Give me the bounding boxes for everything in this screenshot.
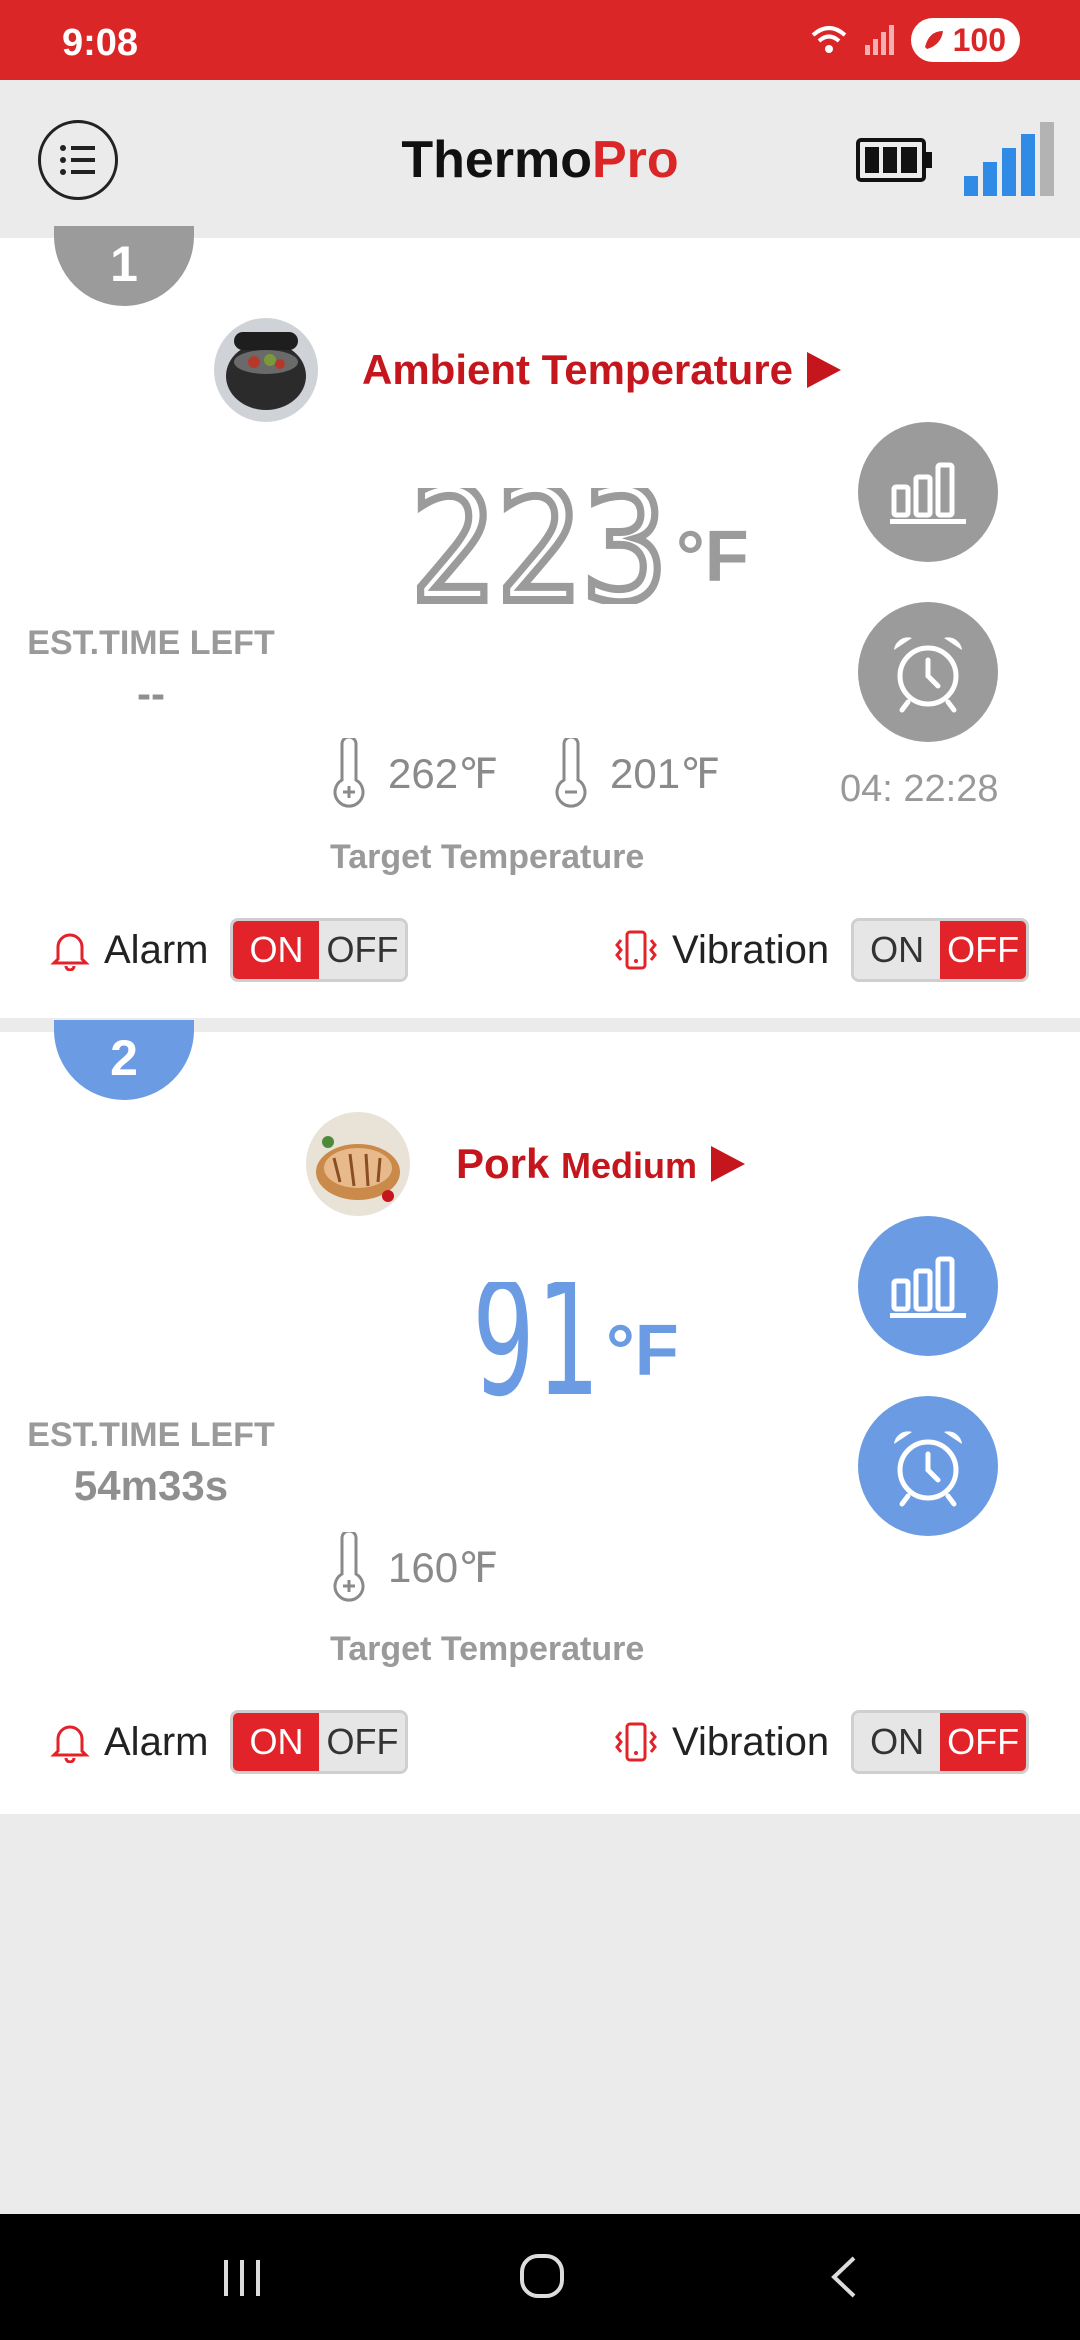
vibration-icon [615, 930, 657, 970]
status-icons: 100 [809, 18, 1020, 62]
vibration-control: Vibration ON OFF [614, 918, 1030, 982]
target-temp-label: Target Temperature [330, 838, 645, 876]
thermometer-plus-icon [333, 1532, 365, 1602]
probe-card-2[interactable]: 2 Pork Medium 91 °F EST.TIME LEFT 54m33s [0, 1020, 1080, 1814]
vibration-label: Vibration [672, 927, 830, 972]
battery-saver-icon [924, 31, 943, 49]
app-title-accent: Pro [592, 131, 679, 189]
vibration-icon [615, 1722, 657, 1762]
alarm-off-option[interactable]: OFF [319, 1713, 406, 1771]
est-time-label: EST.TIME LEFT [27, 624, 275, 662]
vibration-off-option[interactable]: OFF [940, 921, 1027, 979]
food-name-text: Pork Medium [456, 1140, 698, 1187]
status-time: 9:08 [62, 22, 139, 64]
food-name-text: Ambient Temperature [362, 346, 793, 393]
high-target-temp: 160℉ [330, 1532, 498, 1602]
current-temp-digits: 223 [410, 488, 672, 604]
wifi-icon [811, 26, 846, 53]
est-time-value: -- [137, 670, 165, 717]
low-target-temp: 201℉ [552, 738, 720, 808]
device-signal-icon [964, 122, 1054, 196]
est-time-label: EST.TIME LEFT [27, 1416, 275, 1454]
svg-text:91: 91 [472, 1282, 598, 1398]
back-icon[interactable] [824, 2254, 864, 2300]
food-name-link[interactable]: Ambient Temperature [362, 346, 841, 394]
play-arrow-icon [806, 352, 841, 388]
play-arrow-icon [711, 1146, 746, 1182]
alarm-control: Alarm ON OFF [50, 918, 409, 982]
thermometer-minus-icon [555, 738, 587, 808]
pork-food-image [306, 1112, 410, 1216]
bar-chart-icon [890, 1256, 966, 1318]
alarm-label: Alarm [104, 1719, 209, 1764]
bar-chart-icon [890, 462, 966, 524]
high-target-value: 262℉ [388, 749, 499, 797]
probe-card-1[interactable]: 1 Ambient Temperature 223 °F EST.TIME LE… [0, 226, 1080, 1018]
temp-unit: °F [676, 517, 749, 597]
bell-icon [50, 933, 90, 971]
alarm-toggle[interactable]: ON OFF [230, 918, 409, 982]
device-battery-icon [856, 138, 932, 182]
vibration-on-option[interactable]: ON [854, 1713, 941, 1771]
alarm-on-option[interactable]: ON [233, 1713, 320, 1771]
alarm-clock-icon [894, 1431, 962, 1507]
app-title-main: Thermo [401, 131, 592, 189]
timer-countdown: 04: 22:28 [840, 768, 999, 810]
vibration-off-option[interactable]: OFF [940, 1713, 1027, 1771]
home-icon[interactable] [518, 2252, 566, 2300]
system-nav-bar [0, 2214, 1080, 2340]
low-target-value: 201℉ [610, 749, 721, 797]
vibration-on-option[interactable]: ON [854, 921, 941, 979]
current-temp-digits: 91 [472, 1282, 598, 1398]
thermometer-plus-icon [333, 738, 365, 808]
current-temp-display: 223 °F [410, 488, 749, 604]
graph-button[interactable] [858, 422, 998, 562]
food-name-link[interactable]: Pork Medium [456, 1140, 746, 1188]
grill-food-image [214, 318, 318, 422]
high-target-temp: 262℉ [330, 738, 498, 808]
status-bar: 9:08 100 [0, 0, 1080, 80]
temp-unit: °F [606, 1311, 679, 1391]
vibration-label: Vibration [672, 1719, 830, 1764]
probe-number-badge: 1 [54, 226, 194, 306]
timer-button[interactable] [858, 602, 998, 742]
current-temp-display: 91 °F [472, 1282, 679, 1398]
timer-button[interactable] [858, 1396, 998, 1536]
vibration-toggle[interactable]: ON OFF [851, 1710, 1030, 1774]
alarm-control: Alarm ON OFF [50, 1710, 409, 1774]
graph-button[interactable] [858, 1216, 998, 1356]
battery-percent: 100 [952, 21, 1006, 58]
vibration-control: Vibration ON OFF [614, 1710, 1030, 1774]
high-target-value: 160℉ [388, 1543, 499, 1591]
alarm-clock-icon [894, 637, 962, 713]
est-time-value: 54m33s [73, 1462, 229, 1509]
vibration-toggle[interactable]: ON OFF [851, 918, 1030, 982]
alarm-on-option[interactable]: ON [233, 921, 320, 979]
svg-text:223: 223 [410, 488, 668, 604]
app-header: ThermoPro [0, 80, 1080, 238]
alarm-toggle[interactable]: ON OFF [230, 1710, 409, 1774]
cell-signal-icon [864, 25, 894, 55]
battery-status-pill: 100 [910, 18, 1020, 62]
recent-apps-icon[interactable] [218, 2256, 266, 2300]
probe-number-badge: 2 [54, 1020, 194, 1100]
alarm-label: Alarm [104, 927, 209, 972]
bell-icon [50, 1725, 90, 1763]
target-temp-label: Target Temperature [330, 1630, 645, 1668]
alarm-off-option[interactable]: OFF [319, 921, 406, 979]
